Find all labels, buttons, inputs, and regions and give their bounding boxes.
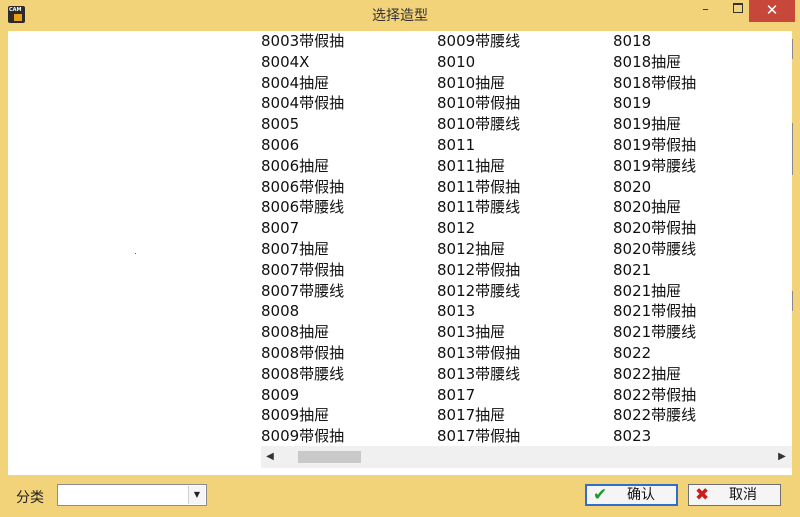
list-item[interactable]: 8009抽屉 [261, 405, 344, 426]
cross-icon: ✖ [695, 485, 710, 505]
category-label: 分类 [16, 490, 44, 506]
list-item[interactable]: 8022带假抽 [613, 385, 696, 406]
list-item[interactable]: 8010带假抽 [437, 93, 520, 114]
list-item[interactable]: 8021抽屉 [613, 281, 696, 302]
close-button[interactable]: ✕ [749, 0, 795, 22]
list-item[interactable]: 8011抽屉 [437, 156, 520, 177]
list-item[interactable]: 8017 [437, 385, 520, 406]
list-item[interactable]: 8021 [613, 260, 696, 281]
list-column-3: 8018 8018抽屉 8018带假抽 8019 8019抽屉 8019带假抽 8019带腰… [613, 31, 696, 446]
dialog-window: CAM 选择造型 – ✕ 8003带假抽 8004X 8004抽屉 8004带假抽 80… [0, 0, 800, 517]
list-item[interactable]: 8019抽屉 [613, 114, 696, 135]
list-item[interactable]: 8008抽屉 [261, 322, 344, 343]
list-item[interactable]: 8010 [437, 52, 520, 73]
list-item[interactable]: 8011带腰线 [437, 197, 520, 218]
maximize-button[interactable] [724, 0, 751, 22]
list-item[interactable]: 8006带假抽 [261, 177, 344, 198]
list-item[interactable]: 8011带假抽 [437, 177, 520, 198]
window-title: 选择造型 [372, 8, 428, 24]
list-item[interactable]: 8008带假抽 [261, 343, 344, 364]
list-item[interactable]: 8005 [261, 114, 344, 135]
list-column-1: 8003带假抽 8004X 8004抽屉 8004带假抽 8005 8006 8006抽屉 8… [261, 31, 344, 446]
cancel-button-label: 取消 [729, 487, 757, 503]
cancel-button[interactable]: ✖ 取消 [688, 484, 781, 506]
list-item[interactable]: 8013 [437, 301, 520, 322]
list-item[interactable]: 8009带假抽 [261, 426, 344, 446]
horizontal-scrollbar[interactable]: ◀ ▶ [261, 446, 792, 468]
tree-dot-marker [135, 253, 136, 254]
list-item[interactable]: 8003带假抽 [261, 31, 344, 52]
list-item[interactable]: 8010抽屉 [437, 73, 520, 94]
list-item[interactable]: 8020带假抽 [613, 218, 696, 239]
chevron-down-icon[interactable]: ▼ [188, 486, 205, 504]
list-item[interactable]: 8018带假抽 [613, 73, 696, 94]
list-item[interactable]: 8009带腰线 [437, 31, 520, 52]
list-item[interactable]: 8007带腰线 [261, 281, 344, 302]
minimize-button[interactable]: – [692, 0, 719, 22]
edge-tick [792, 39, 793, 59]
list-item[interactable]: 8012带腰线 [437, 281, 520, 302]
list-item[interactable]: 8004带假抽 [261, 93, 344, 114]
list-item[interactable]: 8010带腰线 [437, 114, 520, 135]
list-item[interactable]: 8017带假抽 [437, 426, 520, 446]
list-item[interactable]: 8019 [613, 93, 696, 114]
list-item[interactable]: 8018 [613, 31, 696, 52]
model-list[interactable]: 8003带假抽 8004X 8004抽屉 8004带假抽 8005 8006 8006抽屉 8… [261, 31, 792, 446]
list-item[interactable]: 8013带腰线 [437, 364, 520, 385]
list-item[interactable]: 8013抽屉 [437, 322, 520, 343]
list-item[interactable]: 8022抽屉 [613, 364, 696, 385]
list-item[interactable]: 8006带腰线 [261, 197, 344, 218]
list-column-2: 8009带腰线 8010 8010抽屉 8010带假抽 8010带腰线 8011 8011抽… [437, 31, 520, 446]
list-item[interactable]: 8021带假抽 [613, 301, 696, 322]
list-item[interactable]: 8007 [261, 218, 344, 239]
list-item[interactable]: 8020抽屉 [613, 197, 696, 218]
scroll-left-arrow-icon[interactable]: ◀ [262, 449, 278, 465]
list-item[interactable]: 8008 [261, 301, 344, 322]
maximize-icon [732, 3, 743, 13]
footer-bar: 分类 ▼ ✔ 确认 ✖ 取消 [0, 475, 800, 517]
scrollbar-padding [261, 468, 792, 475]
list-right-edge [792, 31, 800, 475]
category-dropdown[interactable]: ▼ [57, 484, 207, 506]
scroll-right-arrow-icon[interactable]: ▶ [774, 449, 790, 465]
list-item[interactable]: 8019带腰线 [613, 156, 696, 177]
edge-tick [792, 291, 793, 311]
list-item[interactable]: 8008带腰线 [261, 364, 344, 385]
category-tree-panel[interactable] [8, 31, 261, 475]
list-item[interactable]: 8021带腰线 [613, 322, 696, 343]
list-item[interactable]: 8019带假抽 [613, 135, 696, 156]
checkmark-icon: ✔ [593, 485, 608, 505]
confirm-button[interactable]: ✔ 确认 [585, 484, 678, 506]
list-item[interactable]: 8006抽屉 [261, 156, 344, 177]
edge-tick [792, 123, 793, 175]
list-item[interactable]: 8018抽屉 [613, 52, 696, 73]
list-item[interactable]: 8022 [613, 343, 696, 364]
scrollbar-thumb[interactable] [298, 451, 361, 463]
confirm-button-label: 确认 [627, 487, 655, 503]
list-item[interactable]: 8007带假抽 [261, 260, 344, 281]
list-item[interactable]: 8020 [613, 177, 696, 198]
list-item[interactable]: 8017抽屉 [437, 405, 520, 426]
list-item[interactable]: 8004抽屉 [261, 73, 344, 94]
list-item[interactable]: 8012 [437, 218, 520, 239]
list-item[interactable]: 8012带假抽 [437, 260, 520, 281]
list-item[interactable]: 8011 [437, 135, 520, 156]
title-bar[interactable]: CAM 选择造型 – ✕ [0, 0, 800, 30]
list-item[interactable]: 8006 [261, 135, 344, 156]
list-item[interactable]: 8007抽屉 [261, 239, 344, 260]
list-item[interactable]: 8012抽屉 [437, 239, 520, 260]
list-item[interactable]: 8004X [261, 52, 344, 73]
list-item[interactable]: 8020带腰线 [613, 239, 696, 260]
list-item[interactable]: 8022带腰线 [613, 405, 696, 426]
list-item[interactable]: 8023 [613, 426, 696, 446]
list-item[interactable]: 8013带假抽 [437, 343, 520, 364]
list-item[interactable]: 8009 [261, 385, 344, 406]
